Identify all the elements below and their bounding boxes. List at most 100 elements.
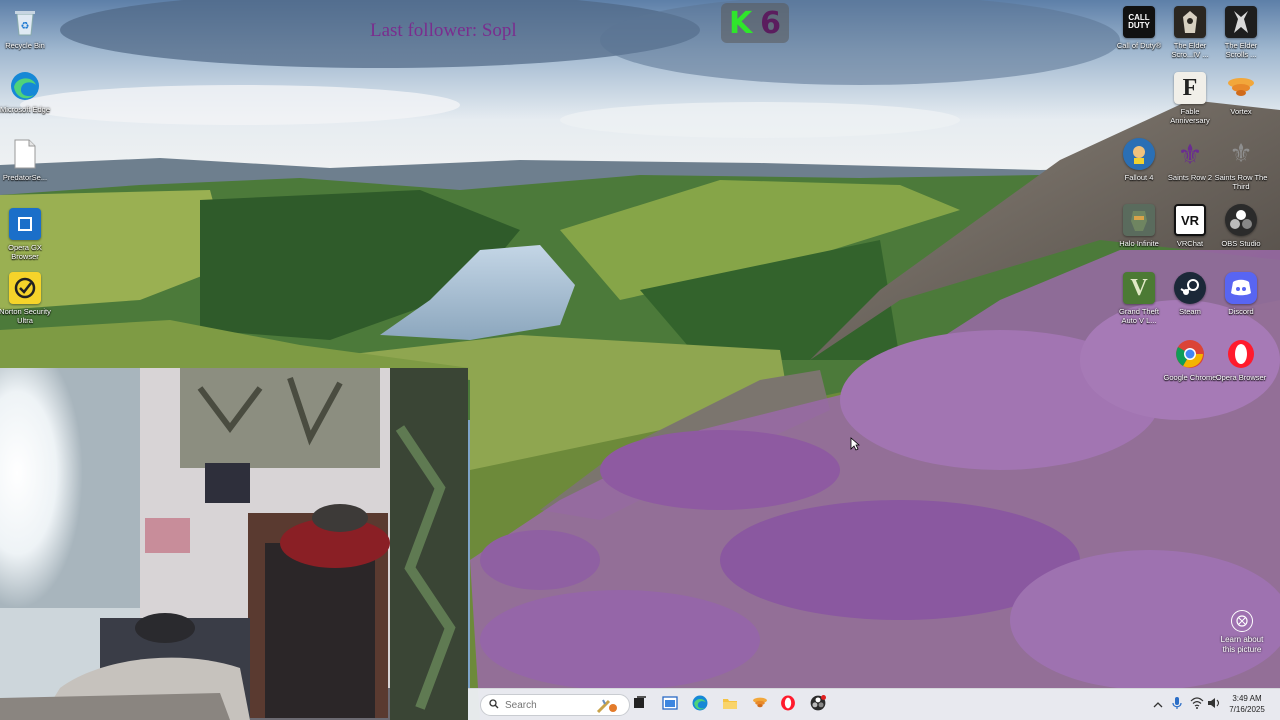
vrchat-icon: VR bbox=[1174, 204, 1206, 236]
obs-icon bbox=[1225, 204, 1257, 236]
desktop-icon-saints-row-3[interactable]: ⚜ Saints Row The Third bbox=[1215, 138, 1268, 191]
desktop-icon-saints-row-2[interactable]: ⚜ Saints Row 2 bbox=[1165, 137, 1215, 183]
steam-icon bbox=[1174, 272, 1206, 304]
desktop-icon-vrchat[interactable]: VR VRChat bbox=[1165, 204, 1215, 248]
desktop-icon-label: Saints Row 2 bbox=[1167, 173, 1213, 182]
volume-tray-button[interactable] bbox=[1204, 695, 1224, 715]
kill-count: 6 bbox=[760, 5, 782, 41]
halo-infinite-icon bbox=[1123, 204, 1155, 236]
opera-icon bbox=[780, 695, 796, 716]
taskbar-clock[interactable]: 3:49 AM 7/16/2025 bbox=[1222, 693, 1272, 715]
taskbar-app-obs[interactable] bbox=[808, 694, 828, 715]
desktop-icon-chrome[interactable]: Google Chrome bbox=[1163, 338, 1217, 382]
desktop-icon-steam[interactable]: Steam bbox=[1165, 272, 1215, 316]
file-icon bbox=[9, 138, 41, 170]
desktop-icon-fable[interactable]: F Fable Anniversary bbox=[1165, 72, 1215, 125]
webcam-overlay bbox=[0, 368, 468, 720]
search-highlight-icon bbox=[595, 697, 621, 720]
fallout-4-icon bbox=[1123, 138, 1155, 170]
desktop-icon-label: Fable Anniversary bbox=[1170, 107, 1210, 125]
search-icon bbox=[489, 696, 499, 714]
desktop-icon-label: PredatorSe... bbox=[2, 173, 48, 182]
svg-text:♻: ♻ bbox=[21, 21, 30, 32]
desktop-icon-label: OBS Studio bbox=[1221, 239, 1261, 248]
webcam-feed bbox=[0, 368, 468, 720]
opera-gx-icon bbox=[9, 208, 41, 240]
show-hidden-icons-button[interactable] bbox=[1148, 695, 1168, 715]
desktop-icon-label: Grand Theft Auto V L... bbox=[1119, 307, 1159, 325]
microphone-icon bbox=[1172, 696, 1182, 715]
desktop-icon-edge[interactable]: Microsoft Edge bbox=[0, 70, 50, 114]
fable-icon: F bbox=[1174, 72, 1206, 104]
task-view-button[interactable] bbox=[630, 695, 650, 715]
desktop-icon-label: The Elder Scrolls ... bbox=[1224, 41, 1258, 59]
desktop-icon-fallout-4[interactable]: Fallout 4 bbox=[1114, 138, 1164, 182]
camera-aperture-icon bbox=[1231, 610, 1253, 632]
elder-scrolls-v-icon bbox=[1225, 6, 1257, 38]
desktop-icon-opera-gx[interactable]: Opera GX Browser bbox=[0, 208, 50, 261]
saints-row-3-icon: ⚜ bbox=[1229, 139, 1253, 169]
recycle-bin-icon: ♻ bbox=[9, 6, 41, 38]
desktop-icon-gta-v[interactable]: V Grand Theft Auto V L... bbox=[1114, 272, 1164, 325]
desktop-icon-label: Norton Security Ultra bbox=[0, 307, 51, 325]
desktop-icon-predator[interactable]: PredatorSe... bbox=[0, 138, 50, 182]
mouse-cursor-icon bbox=[850, 437, 860, 451]
desktop-icon-norton[interactable]: Norton Security Ultra bbox=[0, 272, 51, 325]
taskbar-app-file-explorer[interactable] bbox=[720, 695, 740, 715]
clock-time: 3:49 AM bbox=[1232, 694, 1262, 703]
taskbar-search-box[interactable] bbox=[480, 694, 630, 716]
desktop-icon-discord[interactable]: Discord bbox=[1216, 272, 1266, 316]
elder-scrolls-iv-icon bbox=[1174, 6, 1206, 38]
desktop-icon-elder-scrolls-v[interactable]: The Elder Scrolls ... bbox=[1216, 6, 1266, 59]
desktop-icon-label: Microsoft Edge bbox=[0, 105, 51, 114]
taskbar-app-opera[interactable] bbox=[778, 695, 798, 715]
saints-row-2-icon: ⚜ bbox=[1177, 137, 1203, 171]
kill-counter-overlay: K 6 bbox=[721, 3, 789, 43]
desktop-icon-label: Google Chrome bbox=[1163, 373, 1217, 382]
desktop-icon-recycle-bin[interactable]: ♻ Recycle Bin bbox=[0, 6, 50, 50]
edge-icon bbox=[9, 70, 41, 102]
desktop-icon-label: Halo Infinite bbox=[1119, 239, 1159, 248]
desktop-icon-label: Vortex bbox=[1230, 107, 1252, 116]
learn-about-picture-button[interactable]: Learn about this picture bbox=[1214, 610, 1270, 655]
discord-icon bbox=[1225, 272, 1257, 304]
desktop-icon-label: VRChat bbox=[1176, 239, 1204, 248]
chrome-icon bbox=[1174, 338, 1206, 370]
desktop-icon-vortex[interactable]: Vortex bbox=[1216, 72, 1266, 116]
norton-icon bbox=[9, 272, 41, 304]
chevron-up-icon bbox=[1153, 696, 1163, 714]
taskbar-search-input[interactable] bbox=[505, 699, 585, 711]
folder-icon bbox=[722, 696, 738, 715]
speaker-icon bbox=[1207, 696, 1221, 714]
taskbar-app-edge[interactable] bbox=[690, 695, 710, 715]
task-view-icon bbox=[633, 695, 647, 715]
desktop-icon-label: Opera Browser bbox=[1215, 373, 1267, 382]
desktop-icon-obs[interactable]: OBS Studio bbox=[1216, 204, 1266, 248]
kill-letter: K bbox=[728, 5, 753, 41]
window-app-icon bbox=[662, 695, 678, 715]
vortex-icon bbox=[1225, 72, 1257, 104]
desktop-icon-label: The Elder Scro...IV ... bbox=[1171, 41, 1209, 59]
opera-icon bbox=[1225, 338, 1257, 370]
clock-date: 7/16/2025 bbox=[1229, 705, 1265, 714]
microphone-tray-button[interactable] bbox=[1167, 695, 1187, 715]
desktop-icon-label: Fallout 4 bbox=[1124, 173, 1154, 182]
desktop-icon-label: Opera GX Browser bbox=[8, 243, 42, 261]
desktop-icon-label: Recycle Bin bbox=[5, 41, 45, 50]
gta-v-icon: V bbox=[1123, 272, 1155, 304]
desktop-icon-label: Steam bbox=[1179, 307, 1201, 316]
vortex-icon bbox=[752, 696, 768, 715]
desktop-icon-label: Call of Duty® bbox=[1116, 41, 1162, 50]
call-of-duty-icon: CALL DUTY bbox=[1123, 6, 1155, 38]
desktop-icon-label: Discord bbox=[1228, 307, 1254, 316]
desktop-icon-call-of-duty[interactable]: CALL DUTY Call of Duty® bbox=[1114, 6, 1164, 50]
taskbar: 3:49 AM 7/16/2025 bbox=[468, 688, 1280, 720]
wifi-icon bbox=[1190, 696, 1204, 714]
desktop-icon-elder-scrolls-iv[interactable]: The Elder Scro...IV ... bbox=[1165, 6, 1215, 59]
taskbar-app-vortex[interactable] bbox=[750, 695, 770, 715]
edge-icon bbox=[692, 695, 708, 716]
desktop-icon-opera[interactable]: Opera Browser bbox=[1216, 338, 1266, 382]
desktop-icon-halo-infinite[interactable]: Halo Infinite bbox=[1114, 204, 1164, 248]
last-follower-overlay: Last follower: Sopl bbox=[370, 20, 517, 41]
taskbar-app-widgets[interactable] bbox=[660, 695, 680, 715]
